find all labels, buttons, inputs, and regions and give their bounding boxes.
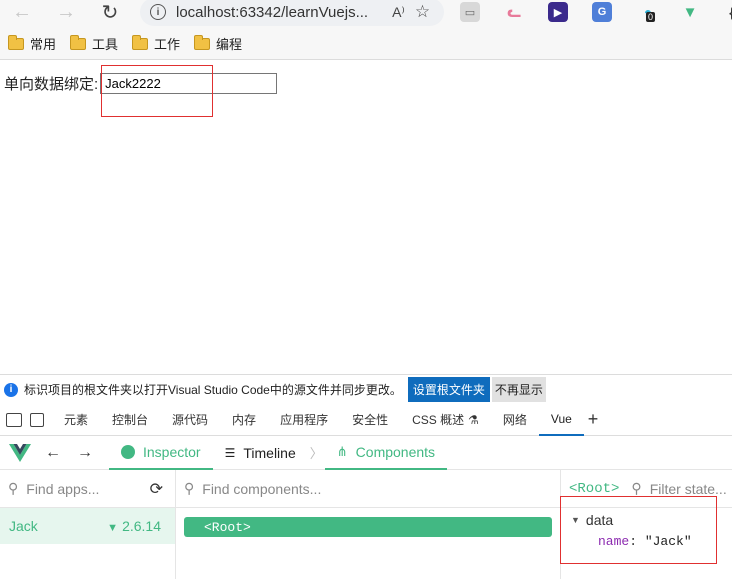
vue-devtools-header: ← → Inspector ☰ Timeline 〉 ⋔ Components: [0, 436, 732, 470]
compass-icon: [121, 444, 135, 459]
extensions-puzzle-icon[interactable]: {: [722, 2, 732, 22]
tab-components[interactable]: ⋔ Components: [324, 436, 448, 470]
tab-memory[interactable]: 内存: [220, 404, 268, 436]
inspect-element-icon[interactable]: [6, 412, 22, 427]
search-icon: ⚲: [8, 480, 19, 496]
component-tree-item-root[interactable]: <Root>: [184, 517, 552, 537]
tab-network[interactable]: 网络: [491, 404, 539, 436]
find-components-search[interactable]: ⚲ Find components...: [176, 470, 560, 508]
add-tab-button[interactable]: +: [588, 409, 599, 430]
url-text: localhost:63342/learnVuejs...: [176, 3, 369, 21]
app-item[interactable]: Jack ▼ 2.6.14: [0, 508, 175, 544]
forward-icon[interactable]: →: [52, 0, 80, 24]
site-info-icon[interactable]: i: [150, 4, 166, 20]
address-bar[interactable]: i localhost:63342/learnVuejs... A⁾ ☆: [140, 0, 444, 26]
favorite-add-icon[interactable]: ☆: [415, 2, 430, 22]
components-pane: ⚲ Find components... <Root>: [176, 470, 560, 579]
app-name: Jack: [9, 518, 38, 534]
refresh-icon[interactable]: ⟳: [150, 479, 163, 499]
components-tree-icon: ⋔: [336, 443, 348, 459]
dont-show-again-button[interactable]: 不再显示: [491, 377, 546, 402]
vue-logo-icon: [9, 443, 31, 462]
extension-purple-icon[interactable]: ▶: [548, 2, 568, 22]
find-apps-input[interactable]: Find apps...: [26, 481, 99, 497]
search-icon: ⚲: [631, 480, 642, 496]
tab-security[interactable]: 安全性: [340, 404, 400, 436]
device-emulation-icon[interactable]: [30, 412, 44, 427]
flask-icon: ⚗: [468, 412, 479, 427]
devtools-infobar: i 标识项目的根文件夹以打开Visual Studio Code中的源文件并同步…: [0, 374, 732, 404]
translate-extension-icon[interactable]: G: [592, 2, 612, 22]
tab-timeline[interactable]: ☰ Timeline: [213, 436, 308, 470]
timeline-icon: ☰: [224, 445, 236, 460]
tab-inspector[interactable]: Inspector: [109, 436, 213, 470]
infobar-message: 标识项目的根文件夹以打开Visual Studio Code中的源文件并同步更改…: [24, 383, 402, 397]
folder-icon: [132, 34, 149, 50]
bookmarks-bar: 常用 工具 工作 编程: [0, 28, 732, 60]
folder-icon: [70, 34, 87, 50]
forward-arrow-icon[interactable]: →: [77, 444, 93, 462]
binding-label: 单向数据绑定:: [4, 76, 99, 93]
devtools-tab-bar: 元素 控制台 源代码 内存 应用程序 安全性 CSS 概述 ⚗ 网络 Vue +: [0, 403, 732, 436]
tab-css-overview[interactable]: CSS 概述 ⚗: [400, 404, 491, 436]
info-icon: i: [4, 382, 18, 397]
highlight-box: [560, 496, 717, 564]
filter-state-input[interactable]: Filter state...: [650, 481, 727, 497]
bookmark-folder[interactable]: 常用: [8, 34, 56, 53]
bookmark-folder[interactable]: 工具: [70, 34, 118, 53]
folder-icon: [194, 34, 211, 50]
read-aloud-icon[interactable]: A⁾: [392, 4, 405, 21]
tab-sources[interactable]: 源代码: [160, 404, 220, 436]
find-components-input[interactable]: Find components...: [202, 481, 321, 497]
highlight-box: [101, 65, 213, 117]
app-version-badge: ▼ 2.6.14: [107, 518, 161, 534]
bookmark-folder[interactable]: 工作: [132, 34, 180, 53]
find-apps-search[interactable]: ⚲ Find apps... ⟳: [0, 470, 175, 508]
tab-console[interactable]: 控制台: [100, 404, 160, 436]
back-icon[interactable]: ←: [8, 0, 36, 24]
browser-toolbar: ← → ↻ i localhost:63342/learnVuejs... A⁾…: [0, 0, 732, 28]
selected-component-name: <Root>: [569, 480, 620, 497]
tab-elements[interactable]: 元素: [52, 404, 100, 436]
back-arrow-icon[interactable]: ←: [45, 444, 61, 462]
vue-version-icon: ▼: [107, 522, 119, 534]
set-root-folder-button[interactable]: 设置根文件夹: [407, 377, 490, 402]
chevron-right-icon: 〉: [309, 446, 323, 461]
extension-screenshot-icon[interactable]: ▭: [460, 2, 480, 22]
extension-badge: 0: [646, 12, 656, 22]
tab-vue[interactable]: Vue: [538, 403, 584, 436]
search-icon: ⚲: [184, 480, 195, 496]
folder-icon: [8, 34, 24, 50]
bookmark-folder[interactable]: 编程: [194, 34, 242, 53]
reload-icon[interactable]: ↻: [96, 0, 124, 24]
apps-pane: ⚲ Find apps... ⟳ Jack ▼ 2.6.14: [0, 470, 176, 579]
extension-cat-icon[interactable]: ᓚ: [504, 2, 524, 22]
tab-application[interactable]: 应用程序: [268, 404, 340, 436]
vue-devtools-extension-icon[interactable]: ▼: [680, 2, 700, 22]
